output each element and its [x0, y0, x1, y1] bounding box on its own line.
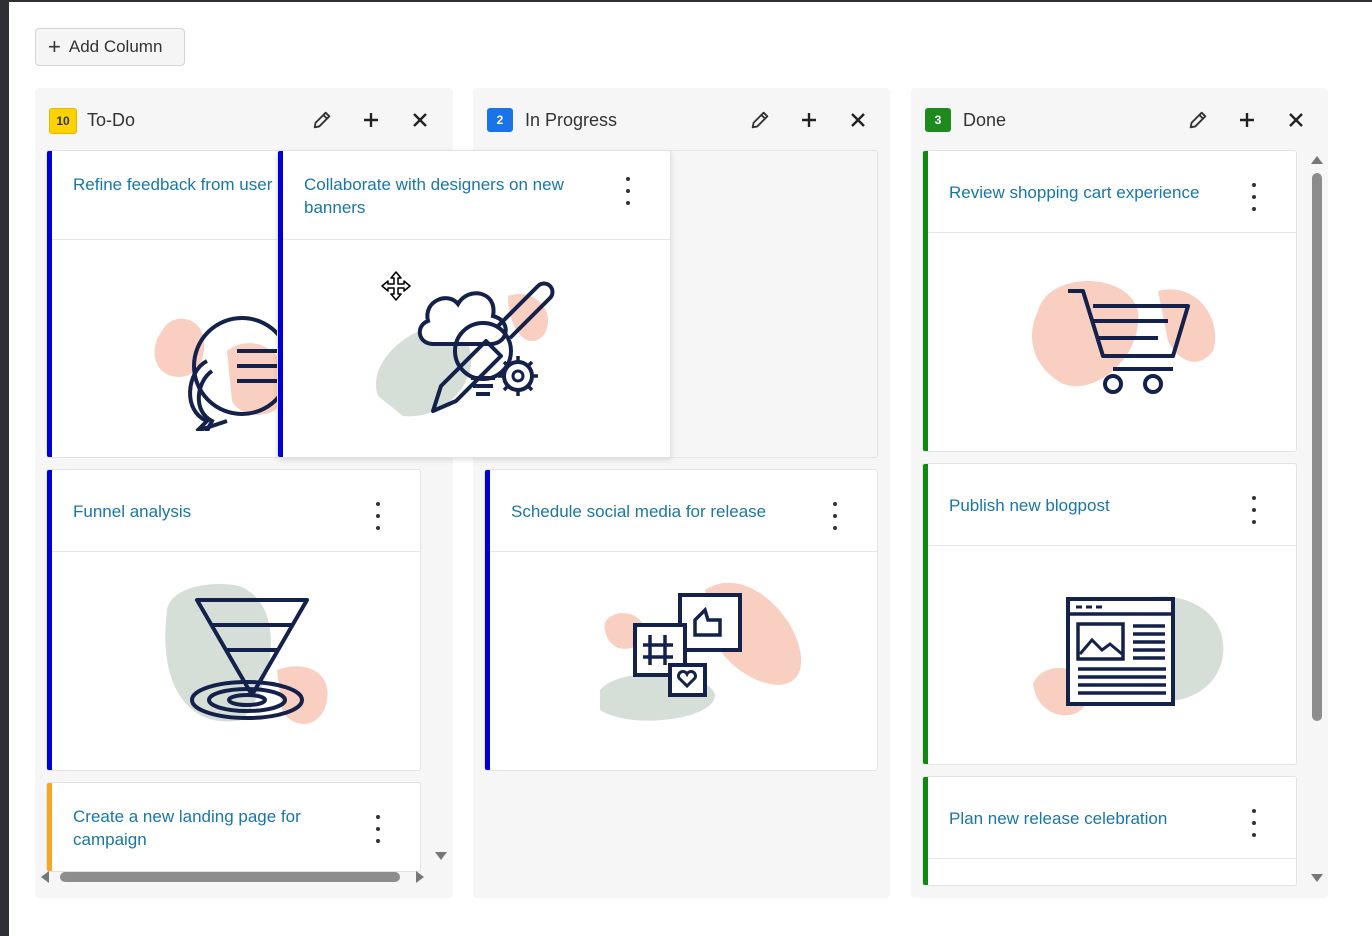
horizontal-scrollbar-thumb[interactable] [60, 872, 400, 882]
column-title: To-Do [87, 110, 136, 130]
creative-idea-icon [283, 266, 670, 446]
column-header: 3 Done [911, 88, 1328, 150]
funnel-icon [52, 570, 420, 750]
edit-column-icon[interactable] [1184, 106, 1212, 134]
task-card[interactable]: Create a new landing page for campaign [46, 782, 421, 872]
edit-column-icon[interactable] [746, 106, 774, 134]
add-card-icon[interactable] [357, 106, 385, 134]
move-cursor-icon [380, 270, 412, 307]
card-divider [928, 858, 1296, 859]
column-done: 3 Done Review shopping cart experience P… [911, 88, 1328, 898]
card-stripe [47, 783, 52, 871]
close-column-icon[interactable] [844, 106, 872, 134]
card-menu-icon[interactable] [829, 502, 841, 530]
card-title: Publish new blogpost [949, 496, 1110, 515]
task-card[interactable]: Schedule social media for release [484, 469, 878, 771]
card-menu-icon[interactable] [372, 815, 384, 843]
card-title: Plan new release celebration [949, 809, 1168, 828]
dragged-task-card[interactable]: Collaborate with designers on new banner… [277, 150, 671, 458]
window-left-edge [0, 0, 9, 936]
window-top-edge [0, 0, 1372, 2]
card-menu-icon[interactable] [1248, 809, 1260, 837]
card-divider [490, 551, 877, 552]
card-title: Create a new landing page for campaign [73, 807, 301, 849]
social-media-icon [490, 570, 877, 750]
add-column-button[interactable]: + Add Column [35, 28, 185, 66]
card-title: Review shopping cart experience [949, 183, 1200, 202]
add-card-icon[interactable] [1233, 106, 1261, 134]
shopping-cart-icon [928, 251, 1296, 431]
scroll-up-arrow-icon[interactable] [1311, 156, 1323, 164]
column-header: 10 To-Do [35, 88, 453, 150]
card-divider [52, 551, 420, 552]
card-title: Collaborate with designers on new banner… [304, 175, 564, 217]
card-menu-icon[interactable] [372, 502, 384, 530]
add-column-label: Add Column [68, 37, 163, 56]
task-card[interactable]: Funnel analysis [46, 469, 421, 771]
column-count-badge: 2 [487, 108, 513, 132]
vertical-scrollbar-thumb[interactable] [1312, 173, 1322, 721]
card-title: Funnel analysis [73, 502, 192, 521]
card-menu-icon[interactable] [1248, 183, 1260, 211]
task-card[interactable]: Plan new release celebration [922, 776, 1297, 886]
card-divider [928, 232, 1296, 233]
scroll-right-arrow-icon[interactable] [416, 871, 424, 883]
column-title: Done [963, 110, 1007, 130]
column-count-badge: 10 [49, 108, 77, 134]
card-stripe [923, 777, 928, 885]
scroll-left-arrow-icon[interactable] [41, 871, 49, 883]
plus-icon: + [48, 34, 61, 59]
task-card[interactable]: Publish new blogpost [922, 463, 1297, 765]
edit-column-icon[interactable] [308, 106, 336, 134]
close-column-icon[interactable] [1282, 106, 1310, 134]
column-title: In Progress [525, 110, 618, 130]
scroll-down-arrow-icon[interactable] [1311, 874, 1323, 882]
blog-post-icon [928, 564, 1296, 744]
card-menu-icon[interactable] [1248, 496, 1260, 524]
card-menu-icon[interactable] [622, 177, 634, 205]
task-card[interactable]: Review shopping cart experience [922, 150, 1297, 452]
card-divider [283, 239, 670, 240]
card-title: Schedule social media for release [511, 502, 767, 521]
column-count-badge: 3 [925, 108, 951, 132]
column-header: 2 In Progress [473, 88, 890, 150]
close-column-icon[interactable] [406, 106, 434, 134]
add-card-icon[interactable] [795, 106, 823, 134]
card-divider [928, 545, 1296, 546]
scroll-down-arrow-icon[interactable] [435, 852, 447, 860]
